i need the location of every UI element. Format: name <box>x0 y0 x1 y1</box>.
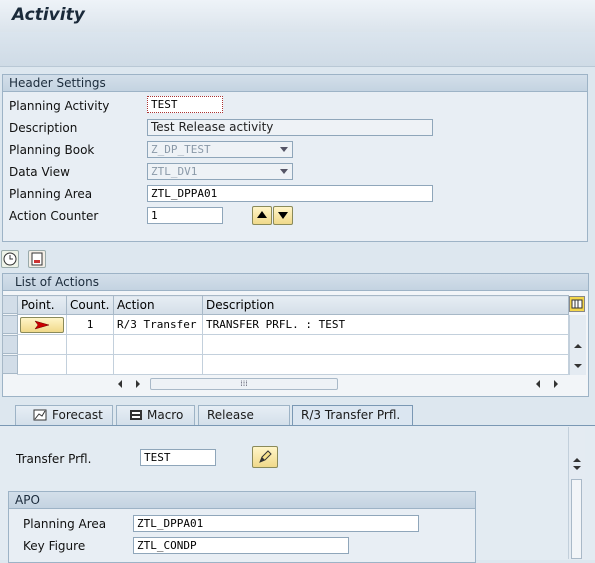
application-toolbar <box>0 32 595 67</box>
panel-vertical-scrollbar[interactable] <box>568 427 585 559</box>
empty-cell <box>66 334 114 355</box>
table-settings-icon[interactable] <box>569 296 585 312</box>
scroll-left-icon[interactable] <box>114 377 126 391</box>
column-header-action[interactable]: Action <box>113 295 203 315</box>
planning-activity-label: Planning Activity <box>9 99 110 113</box>
title-bar: Activity <box>0 0 595 32</box>
data-view-value: ZTL_DV1 <box>151 165 198 178</box>
actions-table: Point. Count. Action Description 1 R/3 T… <box>17 295 569 375</box>
apo-planning-area-field[interactable]: ZTL_DPPA01 <box>133 515 419 532</box>
tab-label: Forecast <box>52 408 103 422</box>
scroll-thumb[interactable] <box>571 479 582 559</box>
table-header-row: Point. Count. Action Description <box>17 295 569 315</box>
select-all-cell[interactable] <box>2 295 18 314</box>
group-title: Header Settings <box>3 75 587 92</box>
tab-r3-transfer-prfl[interactable]: R/3 Transfer Prfl. <box>292 405 413 426</box>
tab-label: Macro <box>147 408 184 422</box>
red-arrow-icon <box>34 320 50 329</box>
count-cell: 1 <box>66 314 114 335</box>
counter-down-button[interactable] <box>273 206 293 225</box>
empty-cell <box>17 334 67 355</box>
empty-cell <box>66 354 114 375</box>
tab-label: R/3 Transfer Prfl. <box>301 408 401 422</box>
page-title: Activity <box>12 5 85 25</box>
empty-cell <box>113 334 203 355</box>
scroll-up-icon[interactable] <box>570 339 586 353</box>
empty-cell <box>202 354 569 375</box>
counter-up-button[interactable] <box>252 206 272 225</box>
empty-cell <box>113 354 203 375</box>
action-counter-field[interactable]: 1 <box>147 207 223 224</box>
row-selector[interactable] <box>2 335 18 354</box>
scroll-down-icon[interactable] <box>570 359 586 373</box>
column-header-count[interactable]: Count. <box>66 295 114 315</box>
description-field[interactable]: Test Release activity <box>147 119 433 136</box>
table-vertical-scrollbar[interactable] <box>569 315 586 375</box>
action-cell: R/3 Transfer <box>113 314 203 335</box>
group-title: List of Actions <box>3 274 588 291</box>
description-cell: TRANSFER PRFL. : TEST <box>202 314 569 335</box>
row-selector[interactable] <box>2 355 18 374</box>
chevron-down-icon[interactable] <box>280 169 288 174</box>
arrow-up-icon <box>257 211 267 218</box>
clock-icon[interactable] <box>1 250 19 268</box>
tab-release-prfl[interactable]: Release Prfl. <box>198 405 290 441</box>
pointer-cell[interactable] <box>17 314 67 335</box>
scroll-down-icon[interactable] <box>569 461 585 475</box>
empty-cell <box>17 354 67 375</box>
transfer-prfl-label: Transfer Prfl. <box>16 452 92 466</box>
scroll-right-icon[interactable] <box>550 377 562 391</box>
table-row[interactable] <box>17 354 569 375</box>
transfer-prfl-field[interactable]: TEST <box>140 449 216 466</box>
column-header-point[interactable]: Point. <box>17 295 67 315</box>
planning-book-select[interactable]: Z_DP_TEST <box>147 141 293 158</box>
key-figure-field[interactable]: ZTL_CONDP <box>133 537 349 554</box>
planning-book-label: Planning Book <box>9 143 95 157</box>
apo-planning-area-label: Planning Area <box>23 517 107 531</box>
chevron-down-icon[interactable] <box>280 147 288 152</box>
planning-activity-field[interactable]: TEST <box>147 96 223 113</box>
scroll-right-icon[interactable] <box>132 377 144 391</box>
tab-macro[interactable]: Macro <box>116 405 195 425</box>
scroll-thumb[interactable]: ⁞⁞⁞ <box>150 378 338 390</box>
table-row[interactable]: 1 R/3 Transfer TRANSFER PRFL. : TEST <box>17 314 569 335</box>
group-title: APO <box>9 492 475 509</box>
edit-transfer-prfl-button[interactable] <box>252 446 278 468</box>
table-horizontal-scrollbar[interactable]: ⁞⁞⁞ <box>112 377 567 391</box>
row-selector[interactable] <box>2 315 18 334</box>
arrow-down-icon <box>278 212 288 219</box>
pencil-icon <box>259 450 272 463</box>
action-counter-label: Action Counter <box>9 209 99 223</box>
pointer-button[interactable] <box>20 316 64 333</box>
scroll-left-icon[interactable] <box>532 377 544 391</box>
tab-forecast[interactable]: Forecast <box>15 405 113 425</box>
data-view-select[interactable]: ZTL_DV1 <box>147 163 293 180</box>
document-icon[interactable] <box>28 250 46 268</box>
column-header-description[interactable]: Description <box>202 295 569 315</box>
planning-book-value: Z_DP_TEST <box>151 143 211 156</box>
forecast-icon <box>33 409 47 421</box>
planning-area-label: Planning Area <box>9 187 93 201</box>
key-figure-label: Key Figure <box>23 539 86 553</box>
data-view-label: Data View <box>9 165 70 179</box>
empty-cell <box>202 334 569 355</box>
description-label: Description <box>9 121 78 135</box>
table-row[interactable] <box>17 334 569 355</box>
macro-icon <box>130 410 142 420</box>
planning-area-field[interactable]: ZTL_DPPA01 <box>147 185 433 202</box>
